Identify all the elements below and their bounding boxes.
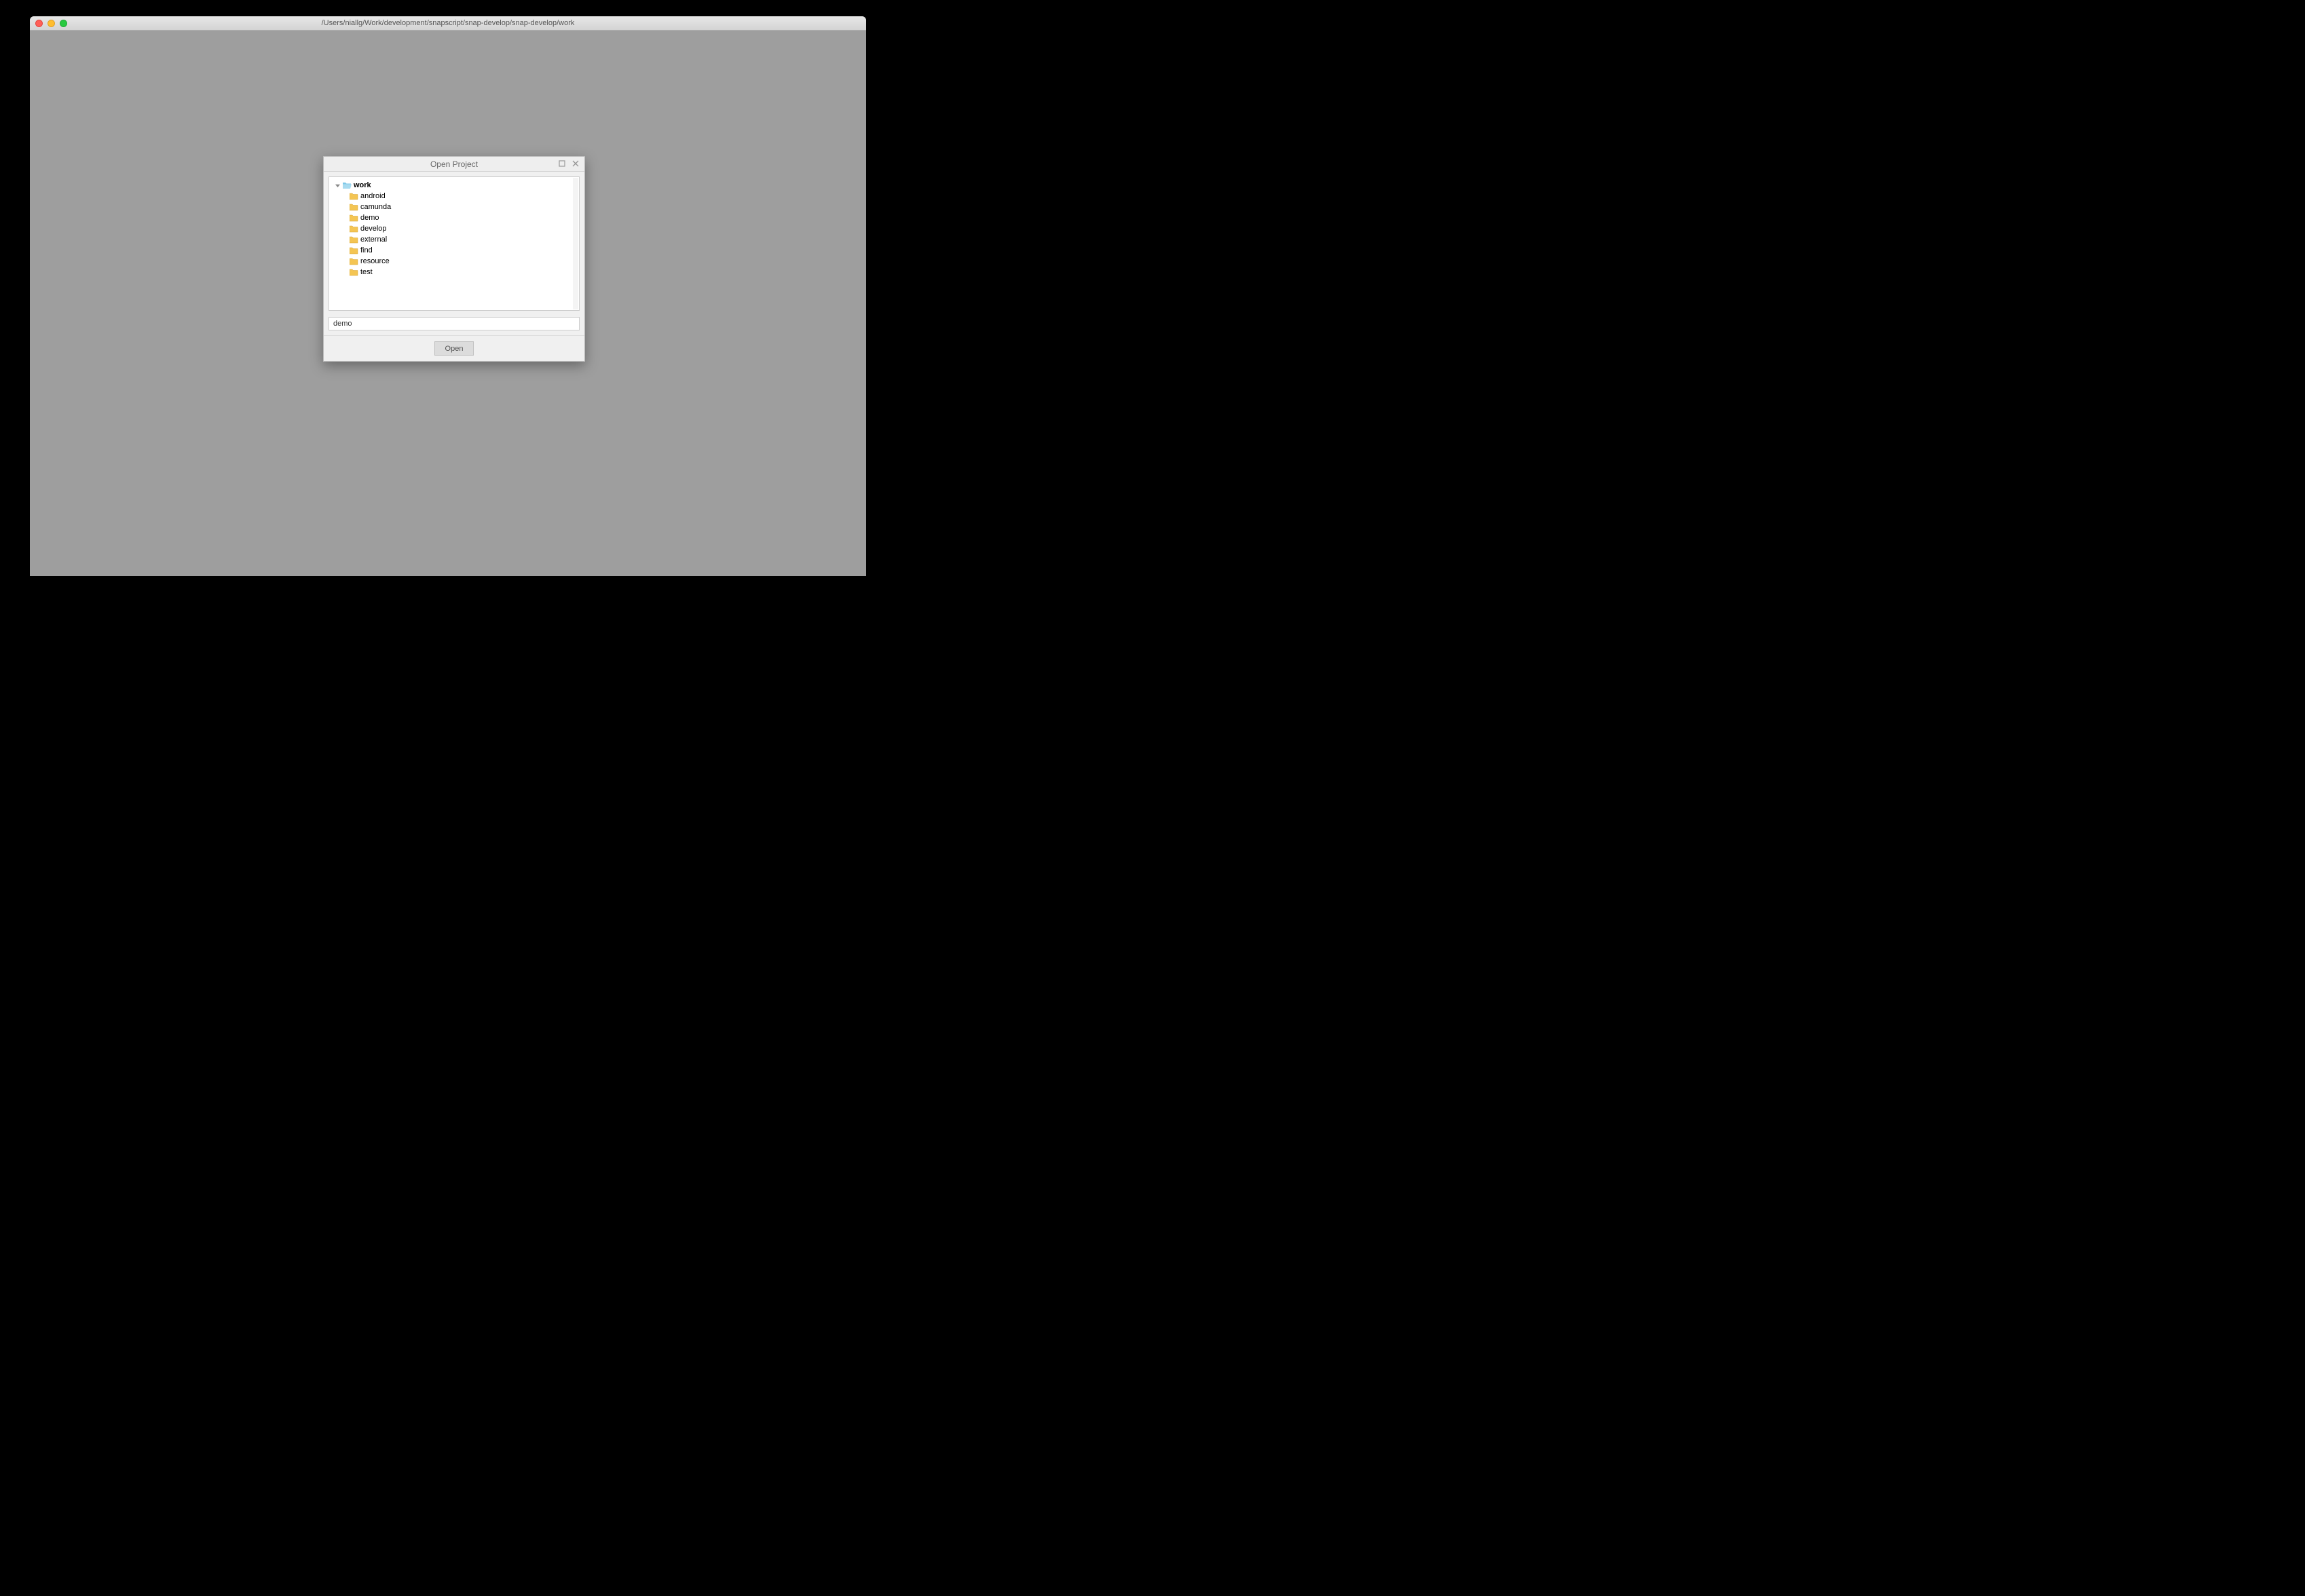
folder-icon xyxy=(350,258,358,265)
tree-item-label: work xyxy=(354,181,371,189)
folder-open-icon xyxy=(343,182,351,189)
tree-item-label: android xyxy=(360,192,386,200)
folder-icon xyxy=(350,204,358,210)
tree-item-label: find xyxy=(360,246,373,254)
dialog-footer: Open xyxy=(324,335,584,361)
tree-item-label: resource xyxy=(360,257,390,265)
project-name-input[interactable] xyxy=(329,317,580,330)
tree-item[interactable]: demo xyxy=(333,212,575,223)
close-icon[interactable] xyxy=(571,159,580,168)
tree-item[interactable]: test xyxy=(333,267,575,278)
traffic-lights xyxy=(35,20,67,27)
folder-icon xyxy=(350,193,358,200)
window-minimize-button[interactable] xyxy=(48,20,55,27)
tree-item[interactable]: android xyxy=(333,191,575,202)
collapse-icon[interactable] xyxy=(335,183,340,188)
tree-item[interactable]: camunda xyxy=(333,202,575,212)
tree-item-label: camunda xyxy=(360,203,391,211)
tree-item[interactable]: resource xyxy=(333,256,575,267)
tree-item-label: test xyxy=(360,268,373,276)
window-titlebar[interactable]: /Users/niallg/Work/development/snapscrip… xyxy=(30,16,866,31)
workspace-area: Open Project xyxy=(30,31,866,576)
window-title: /Users/niallg/Work/development/snapscrip… xyxy=(30,19,866,27)
tree-item[interactable]: external xyxy=(333,234,575,245)
tree-item[interactable]: develop xyxy=(333,223,575,234)
folder-icon xyxy=(350,269,358,276)
app-window: /Users/niallg/Work/development/snapscrip… xyxy=(30,16,866,576)
folder-icon xyxy=(350,225,358,232)
tree-item-label: develop xyxy=(360,225,387,233)
window-zoom-button[interactable] xyxy=(60,20,67,27)
open-button[interactable]: Open xyxy=(434,341,474,356)
tree-root-item[interactable]: work xyxy=(333,180,575,191)
tree-item-label: external xyxy=(360,235,387,244)
open-project-dialog: Open Project xyxy=(323,156,585,362)
dialog-body: work android camunda xyxy=(324,172,584,335)
window-close-button[interactable] xyxy=(35,20,43,27)
folder-icon xyxy=(350,236,358,243)
folder-icon xyxy=(350,214,358,221)
tree-scrollbar[interactable] xyxy=(573,178,578,309)
folder-tree[interactable]: work android camunda xyxy=(329,176,580,311)
folder-icon xyxy=(350,247,358,254)
dialog-header[interactable]: Open Project xyxy=(324,157,584,172)
dialog-window-controls xyxy=(557,159,580,168)
dialog-title: Open Project xyxy=(430,159,478,169)
tree-item-label: demo xyxy=(360,214,379,222)
maximize-icon[interactable] xyxy=(557,159,567,168)
tree-item[interactable]: find xyxy=(333,245,575,256)
